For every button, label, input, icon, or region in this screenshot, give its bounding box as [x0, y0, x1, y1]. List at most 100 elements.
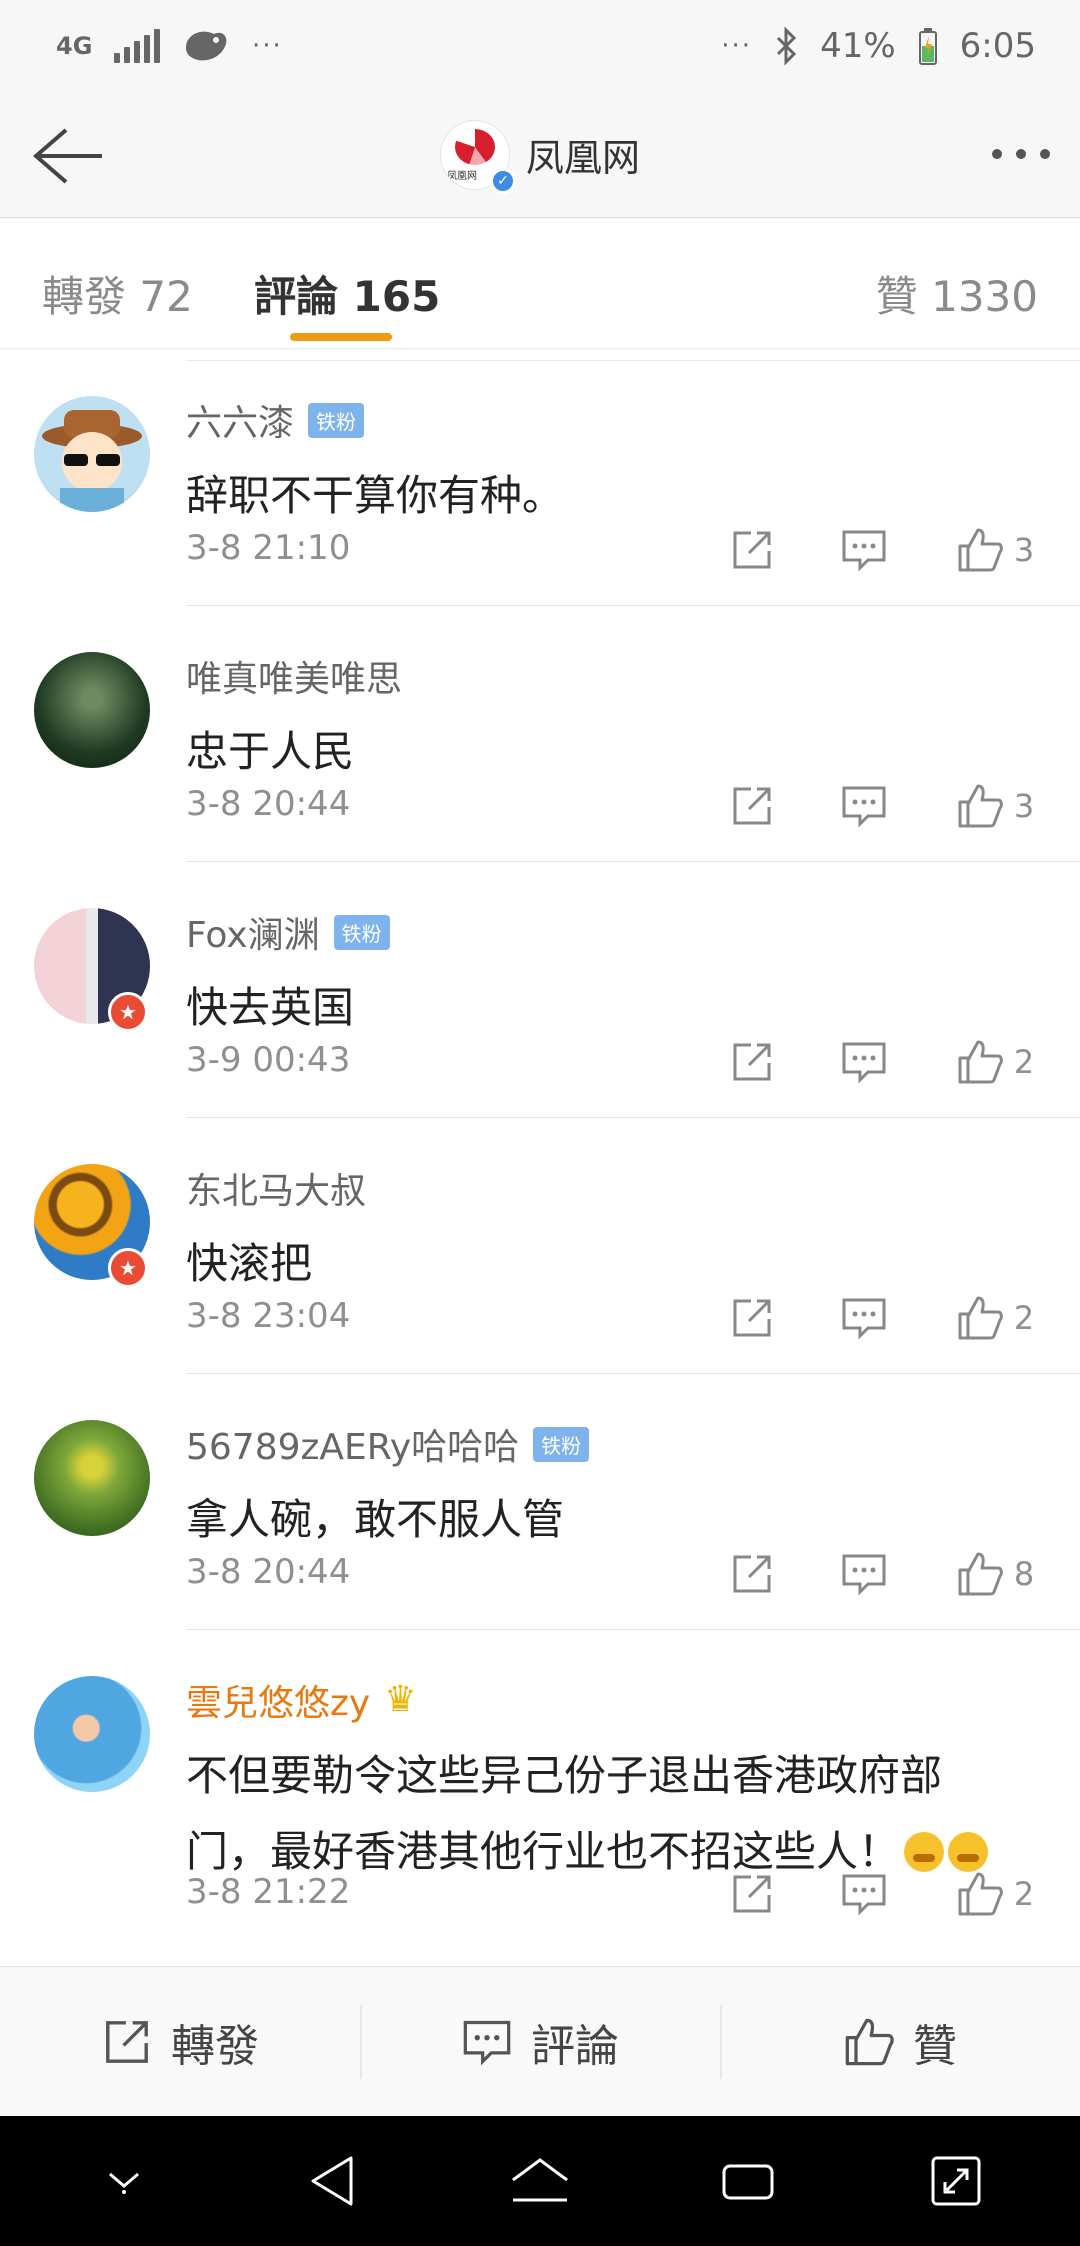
like-button[interactable]: 3 — [946, 778, 1044, 834]
user-name[interactable]: 唯真唯美唯思 — [186, 650, 402, 702]
like-button[interactable]: 3 — [946, 522, 1044, 578]
bird-icon — [186, 31, 227, 61]
comment-label: 評論 — [531, 2020, 619, 2072]
like-button[interactable]: 8 — [946, 1546, 1044, 1602]
share-icon — [733, 1299, 771, 1337]
repost-label: 轉發 — [171, 2020, 259, 2072]
hide-nav-button[interactable] — [79, 2136, 169, 2226]
share-icon — [733, 531, 771, 569]
star-badge-icon: ★ — [108, 1248, 148, 1288]
page-title: 凤凰网 — [525, 136, 640, 180]
fan-badge: 铁粉 — [333, 914, 390, 950]
comment-item[interactable]: 唯真唯美唯思 忠于人民 3-8 20:44 3 — [0, 606, 1080, 862]
clock: 6:05 — [959, 26, 1036, 66]
back-button[interactable] — [26, 114, 110, 198]
thumbs-up-icon — [958, 1872, 1003, 1916]
comment-icon — [842, 1042, 886, 1084]
repost-comment-button[interactable] — [724, 522, 780, 578]
nav-expand-button[interactable] — [911, 2136, 1001, 2226]
like-button[interactable]: 2 — [946, 1290, 1044, 1346]
recents-icon — [722, 2164, 774, 2200]
system-nav-bar — [0, 2116, 1080, 2246]
battery-percent: 41% — [820, 26, 896, 66]
bottom-action-bar: 轉發 評論 贊 — [0, 1966, 1080, 2116]
like-count: 2 — [1013, 1299, 1035, 1337]
repost-comment-button[interactable] — [724, 778, 780, 834]
share-icon — [733, 1875, 771, 1913]
like-count: 8 — [1013, 1555, 1035, 1593]
tab-repost[interactable]: 轉發 72 — [42, 263, 193, 324]
reply-button[interactable] — [836, 1290, 892, 1346]
reply-button[interactable] — [836, 522, 892, 578]
nav-back-button[interactable] — [287, 2136, 377, 2226]
active-tab-indicator — [290, 333, 392, 341]
reply-button[interactable] — [836, 778, 892, 834]
reply-button[interactable] — [836, 1546, 892, 1602]
thumbs-up-icon — [845, 2018, 894, 2065]
comment-item[interactable]: 六六漆 铁粉 辞职不干算你有种。 3-8 21:10 3 — [0, 350, 1080, 606]
nav-home-button[interactable] — [495, 2136, 585, 2226]
like-button[interactable]: 2 — [946, 1866, 1044, 1922]
expand-icon — [931, 2156, 981, 2206]
repost-comment-button[interactable] — [724, 1034, 780, 1090]
reply-button[interactable] — [836, 1034, 892, 1090]
comment-button[interactable]: 評論 — [360, 1967, 720, 2116]
share-icon — [106, 2020, 148, 2063]
more-options-button[interactable] — [992, 132, 1050, 176]
home-icon — [512, 2158, 568, 2202]
repost-comment-button[interactable] — [724, 1546, 780, 1602]
account-header[interactable]: 凤凰网 ✓ 凤凰网 — [439, 119, 640, 194]
comment-item[interactable]: ★ 东北马大叔 快滚把 3-8 23:04 2 — [0, 1118, 1080, 1374]
avatar[interactable] — [34, 396, 150, 512]
comment-item[interactable]: ★ Fox澜渊 铁粉 快去英国 3-9 00:43 2 — [0, 862, 1080, 1118]
nav-recents-button[interactable] — [703, 2136, 793, 2226]
thumbs-up-icon — [958, 1040, 1003, 1084]
repost-comment-button[interactable] — [724, 1866, 780, 1922]
like-label: 贊 — [913, 2020, 957, 2072]
comment-item[interactable]: 56789zAERy哈哈哈 铁粉 拿人碗，敢不服人管 3-8 20:44 8 — [0, 1374, 1080, 1630]
fan-badge: 铁粉 — [533, 1426, 590, 1462]
star-badge-icon: ★ — [108, 992, 148, 1032]
network-type: 4G — [56, 32, 93, 60]
like-count: 2 — [1013, 1875, 1035, 1913]
avatar[interactable] — [34, 1676, 150, 1792]
repost-comment-button[interactable] — [724, 1290, 780, 1346]
comment-time: 3-8 21:22 — [186, 1872, 351, 1912]
tab-likes[interactable]: 贊 1330 — [876, 263, 1038, 324]
thumbs-up-icon — [958, 1296, 1003, 1340]
chevron-down-icon — [109, 2172, 139, 2194]
logo-text: 凤凰网 — [446, 170, 477, 182]
bluetooth-icon — [777, 26, 797, 66]
share-icon — [733, 1555, 771, 1593]
comment-icon — [842, 786, 886, 828]
comment-list[interactable]: 六六漆 铁粉 辞职不干算你有种。 3-8 21:10 3 唯真唯美唯思 忠于人民… — [0, 350, 1080, 1966]
tab-bar: 轉發 72 評論 165 贊 1330 — [0, 219, 1080, 349]
comment-icon — [463, 2020, 511, 2065]
comment-time: 3-8 21:10 — [186, 528, 351, 568]
comment-icon — [842, 1554, 886, 1596]
notification-dots: ··· — [252, 31, 283, 61]
avatar[interactable] — [34, 1420, 150, 1536]
thumbs-up-icon — [958, 528, 1003, 572]
user-name[interactable]: 东北马大叔 — [186, 1162, 366, 1214]
comment-item[interactable]: 雲兒悠悠zy ♛ 不但要勒令这些异己份子退出香港政府部门，最好香港其他行业也不招… — [0, 1630, 1080, 1950]
repost-button[interactable]: 轉發 — [0, 1967, 360, 2116]
title-bar: 凤凰网 ✓ 凤凰网 — [0, 92, 1080, 218]
reply-button[interactable] — [836, 1866, 892, 1922]
user-name[interactable]: 雲兒悠悠zy — [186, 1674, 370, 1726]
thumbs-up-icon — [958, 1552, 1003, 1596]
like-count: 2 — [1013, 1043, 1035, 1081]
status-dots: ··· — [721, 31, 753, 61]
verified-icon: ✓ — [489, 167, 516, 194]
user-name[interactable]: Fox澜渊 — [186, 906, 320, 958]
avatar[interactable] — [34, 652, 150, 768]
user-name[interactable]: 六六漆 — [186, 394, 294, 446]
triangle-back-icon — [311, 2156, 353, 2206]
like-button[interactable]: 2 — [946, 1034, 1044, 1090]
comment-time: 3-8 20:44 — [186, 784, 351, 824]
comment-icon — [842, 1298, 886, 1340]
like-post-button[interactable]: 贊 — [720, 1967, 1080, 2116]
thumbs-up-icon — [958, 784, 1003, 828]
tab-comments[interactable]: 評論 165 — [254, 263, 440, 324]
user-name[interactable]: 56789zAERy哈哈哈 — [186, 1418, 519, 1470]
